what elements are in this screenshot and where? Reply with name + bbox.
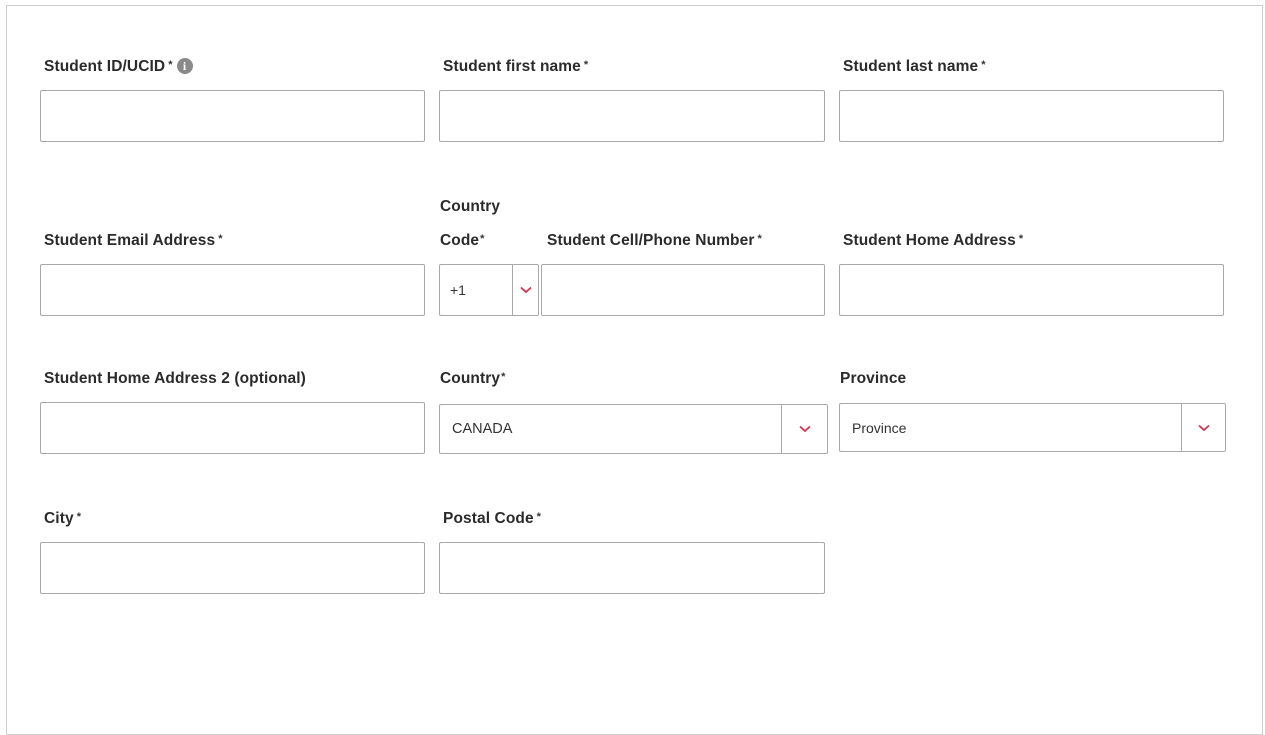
country-code-value: +1 (450, 282, 466, 298)
email-label: Student Email Address * (44, 232, 223, 250)
home-address-label-text: Student Home Address (843, 232, 1016, 249)
postal-code-label-text: Postal Code (443, 510, 534, 527)
city-label-text: City (44, 510, 74, 527)
last-name-label-text: Student last name (843, 58, 979, 75)
country-code-select[interactable]: +1 (439, 264, 539, 316)
country-code-label: Code* (440, 232, 485, 250)
required-mark: * (1018, 233, 1024, 245)
phone-label-text: Student Cell/Phone Number (547, 232, 755, 249)
first-name-label: Student first name * (443, 58, 588, 76)
required-mark: * (981, 59, 986, 71)
required-mark: * (501, 371, 506, 383)
required-mark: * (76, 511, 82, 523)
student-id-label: Student ID/UCID * i (44, 57, 193, 76)
postal-code-input[interactable] (439, 542, 825, 594)
last-name-input[interactable] (839, 90, 1224, 142)
first-name-label-text: Student first name (443, 58, 581, 75)
chevron-down-icon[interactable] (781, 405, 827, 453)
chevron-down-icon[interactable] (1181, 404, 1225, 451)
country-code-label-line1: Country (440, 198, 501, 215)
country-label: Country* (440, 370, 506, 388)
city-label: City * (44, 510, 81, 528)
country-select[interactable]: CANADA (439, 404, 828, 454)
email-input[interactable] (40, 264, 425, 316)
home-address2-input[interactable] (40, 402, 425, 454)
first-name-input[interactable] (439, 90, 825, 142)
province-label: Province (840, 370, 907, 387)
last-name-label: Student last name * (843, 58, 986, 76)
province-value: Province (852, 419, 907, 436)
student-id-label-text: Student ID/UCID (44, 58, 166, 75)
required-mark: * (218, 233, 223, 245)
phone-input[interactable] (541, 264, 825, 316)
country-value: CANADA (452, 421, 513, 437)
email-label-text: Student Email Address (44, 232, 216, 249)
home-address-input[interactable] (839, 264, 1224, 316)
home-address2-label: Student Home Address 2 (optional) (44, 370, 306, 387)
required-mark: * (168, 59, 173, 71)
city-input[interactable] (40, 542, 425, 594)
required-mark: * (480, 233, 485, 245)
student-id-input[interactable] (40, 90, 425, 142)
required-mark: * (583, 59, 589, 71)
country-code-label-text: Code (440, 232, 480, 249)
country-label-text: Country (440, 370, 501, 387)
required-mark: * (757, 233, 762, 245)
required-mark: * (536, 511, 542, 523)
chevron-down-icon[interactable] (512, 265, 538, 315)
phone-label: Student Cell/Phone Number * (547, 232, 762, 250)
postal-code-label: Postal Code * (443, 510, 541, 528)
home-address-label: Student Home Address * (843, 232, 1023, 250)
info-icon[interactable]: i (176, 57, 193, 74)
province-select[interactable]: Province (839, 403, 1226, 452)
